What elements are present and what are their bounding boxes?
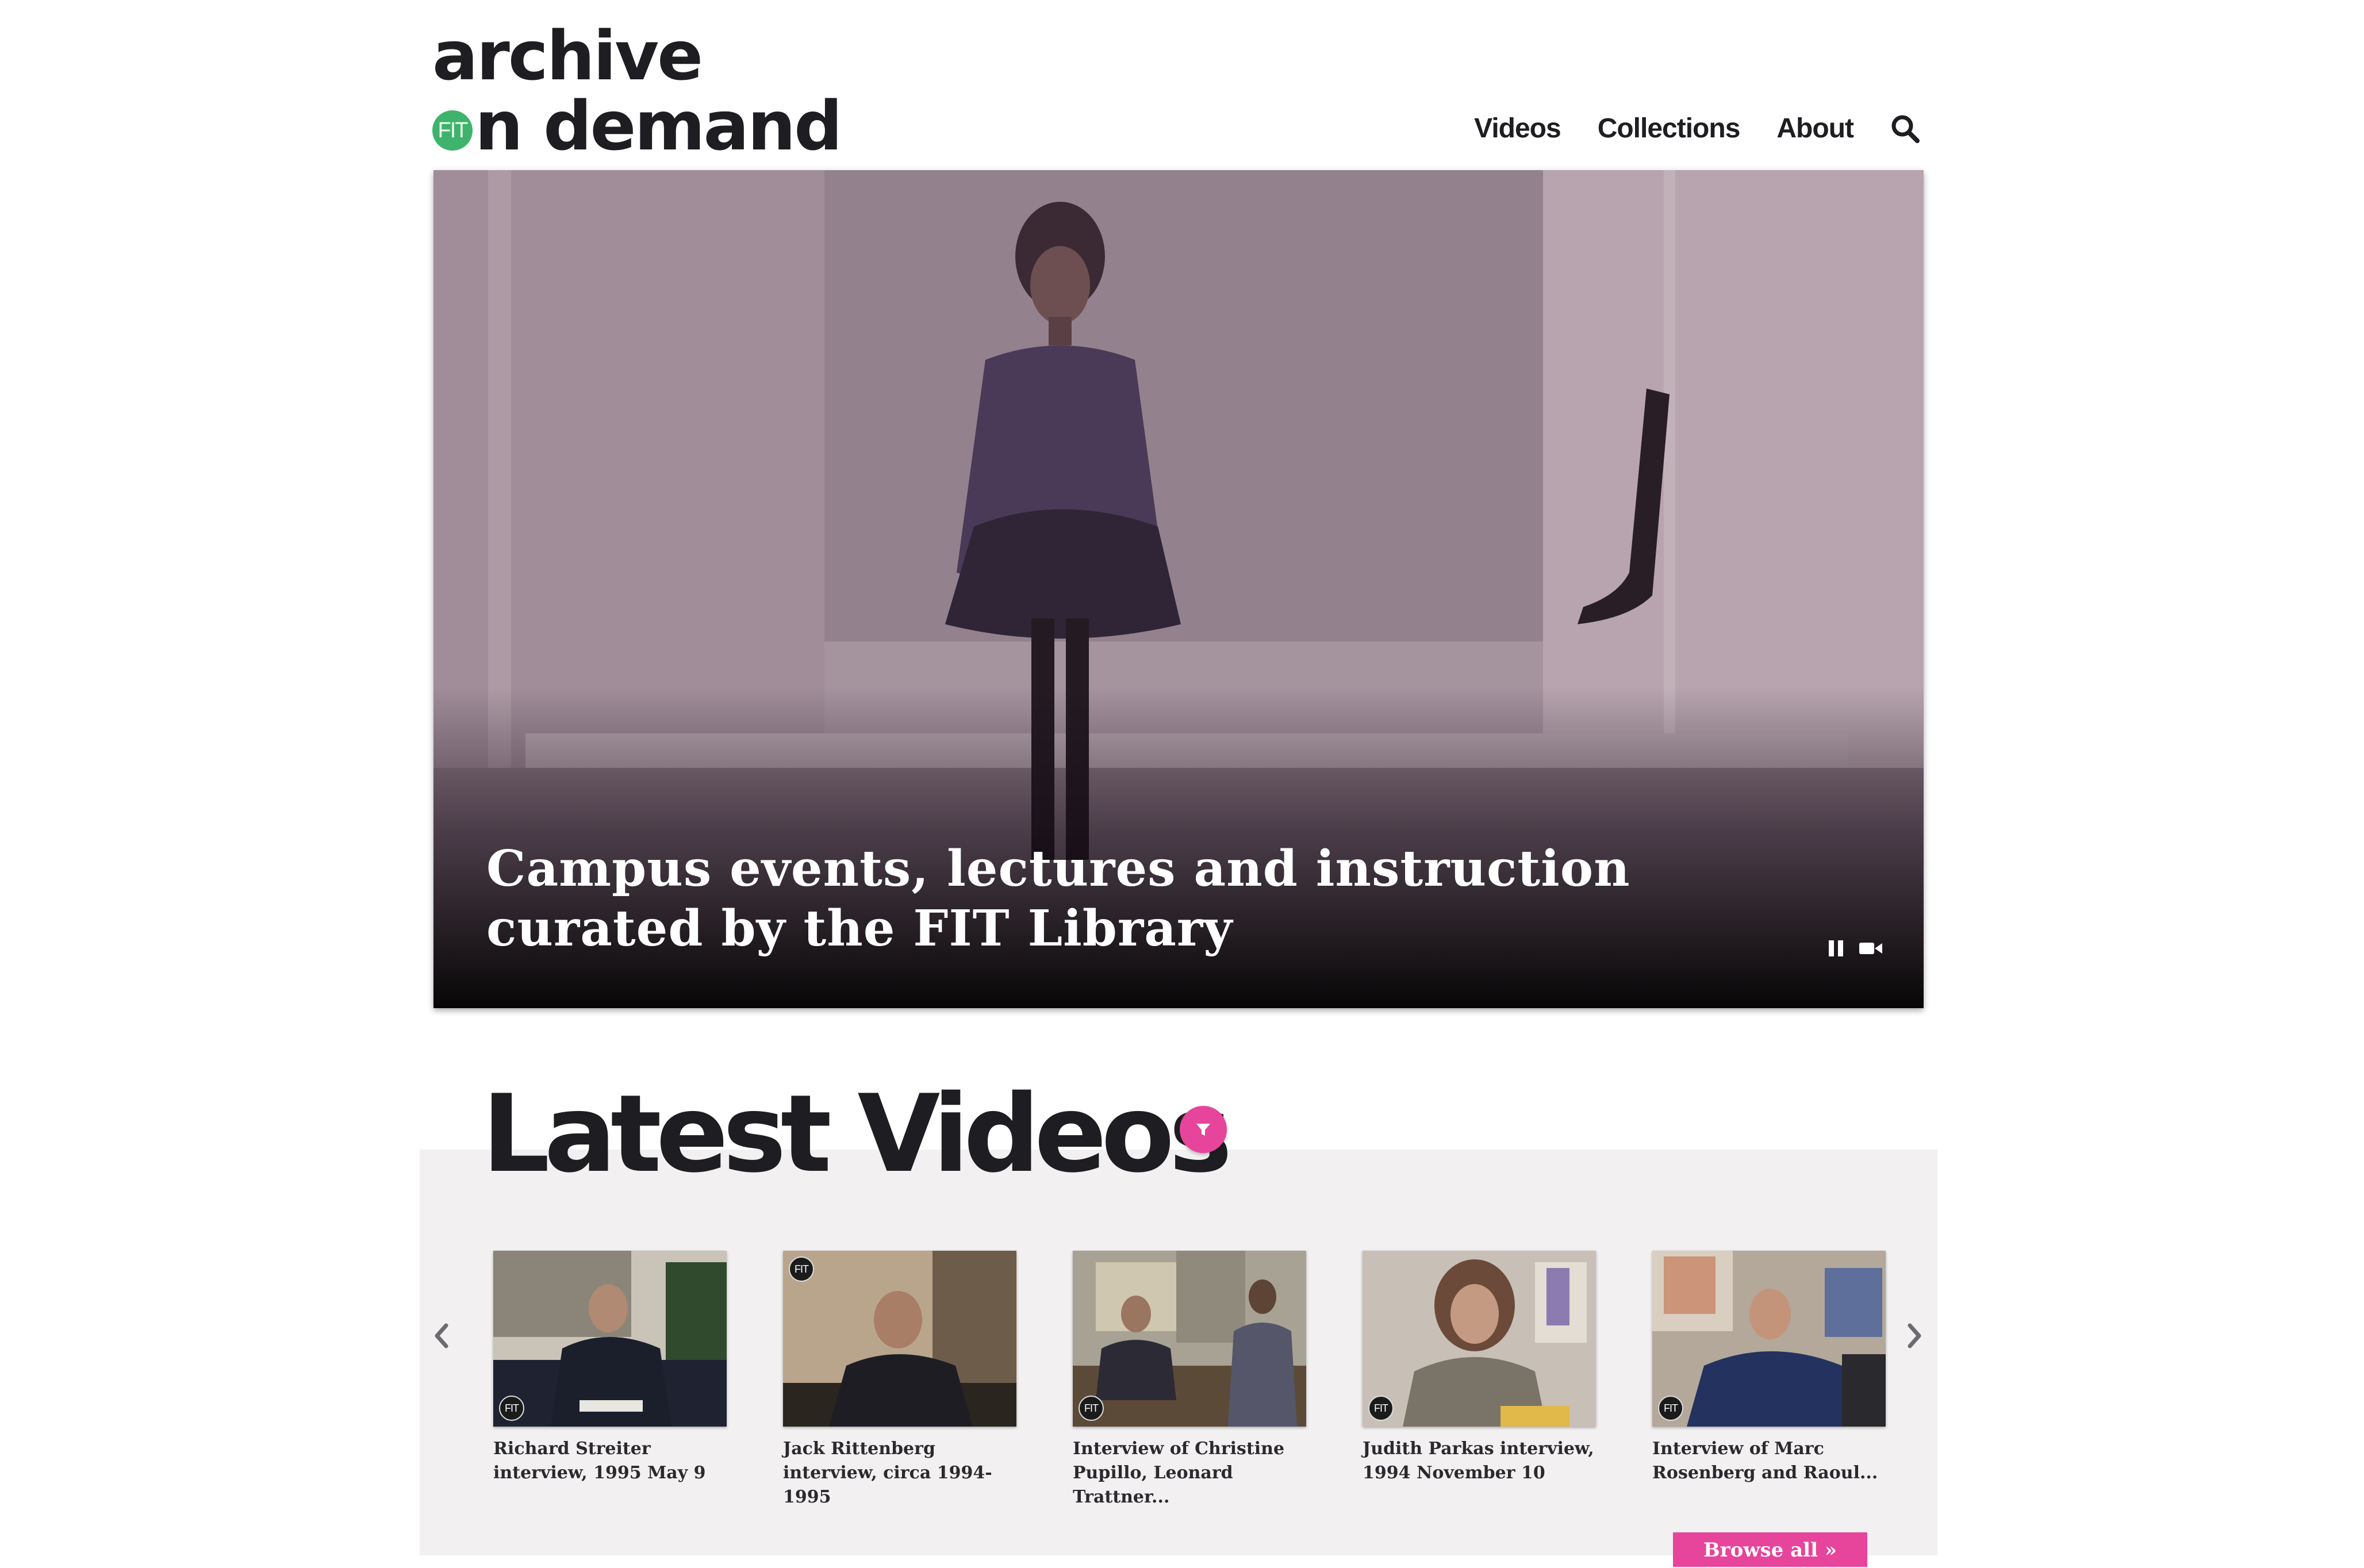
video-card[interactable]: FIT Interview of Marc Rosenberg and Raou… [1652,1251,1886,1485]
chevron-right-icon[interactable] [1903,1320,1926,1352]
video-thumbnail[interactable]: FIT [1652,1251,1886,1427]
video-thumbnail[interactable]: FIT [1073,1251,1306,1427]
video-card-title[interactable]: Richard Streiter interview, 1995 May 9 [493,1437,727,1485]
nav-about[interactable]: About [1776,113,1854,144]
search-icon[interactable] [1890,114,1920,144]
fit-logo-badge: FIT [432,110,473,151]
filter-icon [1196,1124,1210,1136]
fit-watermark: FIT [499,1396,524,1421]
video-card[interactable]: FIT Jack Rittenberg interview, circa 199… [783,1251,1016,1509]
nav-videos[interactable]: Videos [1474,113,1561,144]
logo-word-on-demand: n demand [475,86,843,166]
latest-videos-heading: Latest Videos [482,1071,1233,1196]
hero-controls [1829,940,1882,956]
pause-icon[interactable] [1829,940,1843,956]
fit-watermark: FIT [1368,1396,1394,1421]
fit-watermark: FIT [1658,1396,1683,1421]
fit-watermark: FIT [1079,1396,1104,1421]
hero-caption: Campus events, lectures and instruction … [486,840,1630,958]
video-camera-icon[interactable] [1859,940,1882,956]
logo-word-archive: archive [432,16,703,95]
video-card-title[interactable]: Judith Parkas interview, 1994 November 1… [1363,1437,1596,1485]
hero-video[interactable]: Campus events, lectures and instruction … [433,170,1924,1008]
video-thumbnail[interactable]: FIT [783,1251,1016,1427]
chevron-left-icon[interactable] [430,1320,453,1352]
video-card-title[interactable]: Jack Rittenberg interview, circa 1994-19… [783,1437,1016,1509]
filter-button[interactable] [1180,1106,1227,1153]
video-card-title[interactable]: Interview of Marc Rosenberg and Raoul... [1652,1437,1886,1485]
video-card[interactable]: FIT Richard Streiter interview, 1995 May… [493,1251,727,1485]
video-thumbnail[interactable]: FIT [1363,1251,1596,1427]
fit-watermark: FIT [789,1256,814,1282]
video-card[interactable]: FIT Interview of Christine Pupillo, Leon… [1073,1251,1306,1509]
browse-all-button[interactable]: Browse all » [1673,1532,1867,1567]
nav-collections[interactable]: Collections [1598,113,1741,144]
video-card-title[interactable]: Interview of Christine Pupillo, Leonard … [1073,1437,1306,1509]
video-thumbnail[interactable]: FIT [493,1251,727,1427]
site-logo[interactable]: archive FIT n demand [432,16,843,166]
main-nav: Videos Collections About [1437,113,1920,144]
video-card[interactable]: FIT Judith Parkas interview, 1994 Novemb… [1363,1251,1596,1485]
